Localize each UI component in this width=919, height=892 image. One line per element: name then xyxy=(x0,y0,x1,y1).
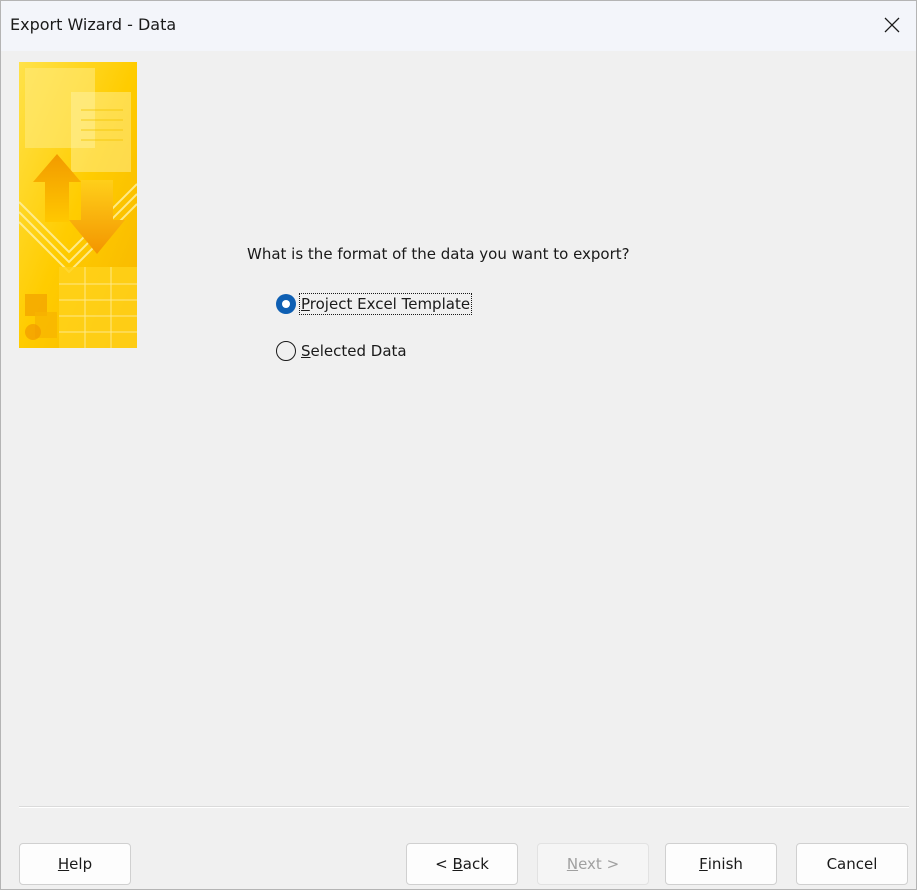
radio-label-project-excel-template: Project Excel Template xyxy=(299,293,473,315)
format-question: What is the format of the data you want … xyxy=(247,245,630,263)
close-icon xyxy=(884,17,900,33)
close-button[interactable] xyxy=(868,1,916,49)
export-wizard-banner xyxy=(19,62,137,348)
finish-button[interactable]: Finish xyxy=(665,843,777,885)
footer-divider xyxy=(19,806,909,808)
radio-label-selected-data: Selected Data xyxy=(301,342,407,360)
export-wizard-dialog: Export Wizard - Data What is the format … xyxy=(0,0,917,890)
cancel-button[interactable]: Cancel xyxy=(796,843,908,885)
radio-selected-data[interactable]: Selected Data xyxy=(276,340,409,362)
help-button[interactable]: Help xyxy=(19,843,131,885)
title-bar: Export Wizard - Data xyxy=(1,1,916,51)
next-button[interactable]: Next > xyxy=(537,843,649,885)
radio-project-excel-template[interactable]: Project Excel Template xyxy=(276,293,473,315)
export-banner-icon xyxy=(19,62,137,348)
radio-selected-icon[interactable] xyxy=(276,294,296,314)
radio-unselected-icon[interactable] xyxy=(276,341,296,361)
window-title: Export Wizard - Data xyxy=(10,15,177,34)
back-button[interactable]: < Back xyxy=(406,843,518,885)
